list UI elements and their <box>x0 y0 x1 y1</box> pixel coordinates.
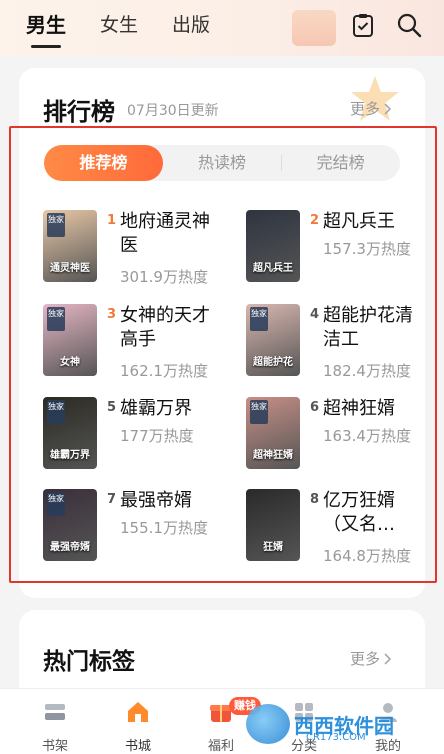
book-title[interactable]: 亿万狂婿（又名… <box>323 489 428 537</box>
cover-title: 超神狂婿 <box>253 450 293 461</box>
cover-title: 超凡兵王 <box>253 263 293 274</box>
exclusive-badge: 独家 <box>47 400 65 424</box>
top-header: 男生 女生 出版 <box>0 0 444 56</box>
ranking-book-item[interactable]: 独家通灵神医 1 地府通灵神医 301.9万热度 <box>43 210 223 290</box>
nav-label: 书城 <box>124 739 151 754</box>
tags-more-label: 更多 <box>350 650 381 668</box>
rank-number: 2 <box>310 213 320 228</box>
ranking-book-item[interactable]: 独家 最强帝婿 7 最强帝婿 155.1万热度 <box>43 489 223 569</box>
rank-number: 3 <box>107 307 117 322</box>
bookstore-home-icon <box>128 702 148 722</box>
rank-number: 5 <box>107 400 117 415</box>
ranking-book-item[interactable]: 独家 雄霸万界 5 雄霸万界 177万热度 <box>43 397 223 477</box>
book-title[interactable]: 超凡兵王 <box>323 210 428 234</box>
checkin-icon[interactable] <box>350 12 376 38</box>
tags-more-link[interactable]: 更多 <box>350 648 392 669</box>
book-cover[interactable]: 独家 最强帝婿 <box>43 489 97 561</box>
book-cover[interactable]: 独家 通灵神医 <box>43 210 97 282</box>
book-title[interactable]: 雄霸万界 <box>120 397 225 421</box>
exclusive-badge: 独家 <box>47 213 65 237</box>
site-watermark: 西西软件园 CR173.COM <box>246 700 440 748</box>
nav-label: 书架 <box>41 739 68 754</box>
rank-number: 6 <box>310 400 320 415</box>
nav-label: 福利 <box>207 739 234 754</box>
rank-number: 8 <box>310 492 320 507</box>
search-icon[interactable] <box>396 12 422 38</box>
ranking-tabs: 推荐榜 热读榜 完结榜 <box>44 145 400 181</box>
ranking-book-item[interactable]: 独家超能护花 4 超能护花清洁工 182.4万热度 <box>246 304 426 384</box>
cover-title: 狂婿 <box>263 542 283 553</box>
book-heat: 177万热度 <box>120 427 194 445</box>
chevron-right-icon <box>384 652 392 665</box>
ranking-book-item[interactable]: 独家 超神狂婿 6 超神狂婿 163.4万热度 <box>246 397 426 477</box>
book-heat: 164.8万热度 <box>323 547 411 565</box>
ranking-book-item[interactable]: 独家女神 3 女神的天才高手 162.1万热度 <box>43 304 223 384</box>
book-cover[interactable]: 独家 雄霸万界 <box>43 397 97 469</box>
cover-title: 通灵神医 <box>50 263 90 274</box>
cover-title: 女神 <box>60 357 80 368</box>
exclusive-badge: 独家 <box>47 492 65 516</box>
hot-tags-title: 热门标签 <box>43 649 135 675</box>
book-cover[interactable]: 独家女神 <box>43 304 97 376</box>
book-cover[interactable]: 独家 超能护花 <box>246 304 300 376</box>
cover-title: 最强帝婿 <box>50 542 90 553</box>
watermark-logo-icon <box>246 704 290 744</box>
book-heat: 301.9万热度 <box>120 268 208 286</box>
book-title[interactable]: 最强帝婿 <box>120 489 225 513</box>
book-cover[interactable]: 狂婿 <box>246 489 300 561</box>
book-heat: 182.4万热度 <box>323 362 411 380</box>
tab-hot-reading[interactable]: 热读榜 <box>163 145 282 181</box>
exclusive-badge: 独家 <box>47 307 65 331</box>
rank-number: 4 <box>310 307 320 322</box>
ranking-book-item[interactable]: 超凡兵王 2 超凡兵王 157.3万热度 <box>246 210 426 290</box>
exclusive-badge: 独家 <box>250 307 268 331</box>
rank-number: 1 <box>107 213 117 228</box>
book-heat: 155.1万热度 <box>120 519 208 537</box>
tab-female[interactable]: 女生 <box>100 10 138 42</box>
rank-number: 7 <box>107 492 117 507</box>
bookshelf-icon <box>45 704 65 720</box>
chevron-right-icon <box>384 102 392 115</box>
book-heat: 163.4万热度 <box>323 427 411 445</box>
ranking-book-item[interactable]: 狂婿 8 亿万狂婿（又名… 164.8万热度 <box>246 489 426 569</box>
nav-bookstore[interactable]: 书城 <box>108 699 168 754</box>
red-envelope-decoration <box>292 10 336 46</box>
tab-completed[interactable]: 完结榜 <box>281 145 400 181</box>
ranking-more-label: 更多 <box>350 100 381 118</box>
book-heat: 157.3万热度 <box>323 240 411 258</box>
ranking-updated-date: 07月30日更新 <box>127 103 219 119</box>
book-title[interactable]: 超神狂婿 <box>323 397 428 421</box>
exclusive-badge: 独家 <box>250 400 268 424</box>
book-cover[interactable]: 独家 超神狂婿 <box>246 397 300 469</box>
book-cover[interactable]: 超凡兵王 <box>246 210 300 282</box>
cover-title: 雄霸万界 <box>50 450 90 461</box>
tab-publish[interactable]: 出版 <box>172 10 210 42</box>
watermark-subtext: CR173.COM <box>306 732 366 743</box>
book-heat: 162.1万热度 <box>120 362 208 380</box>
tab-male[interactable]: 男生 <box>26 10 66 42</box>
ranking-title: 排行榜 <box>43 98 115 126</box>
tab-recommend[interactable]: 推荐榜 <box>44 145 163 181</box>
cover-title: 超能护花 <box>253 357 293 368</box>
book-title[interactable]: 地府通灵神医 <box>120 210 225 258</box>
book-title[interactable]: 超能护花清洁工 <box>323 304 428 352</box>
ranking-more-link[interactable]: 更多 <box>350 98 392 119</box>
book-title[interactable]: 女神的天才高手 <box>120 304 225 352</box>
channel-tabs: 男生 女生 出版 <box>26 10 210 42</box>
nav-bookshelf[interactable]: 书架 <box>25 699 85 754</box>
